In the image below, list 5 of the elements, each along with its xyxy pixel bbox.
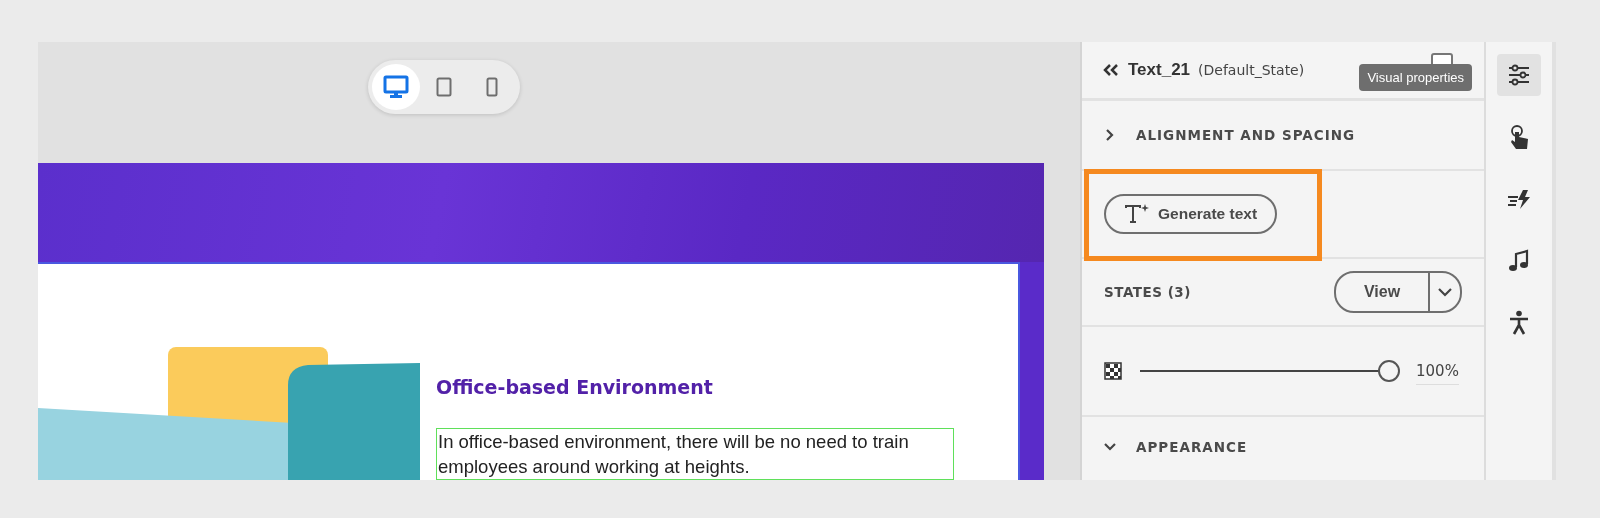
object-state: (Default_State) <box>1198 62 1305 78</box>
slide-heading: Office-based Environment <box>436 376 714 400</box>
tooltip: Visual properties <box>1359 64 1472 91</box>
object-name: Text_21 <box>1128 60 1191 80</box>
states-label: STATES (3) <box>1104 284 1191 300</box>
